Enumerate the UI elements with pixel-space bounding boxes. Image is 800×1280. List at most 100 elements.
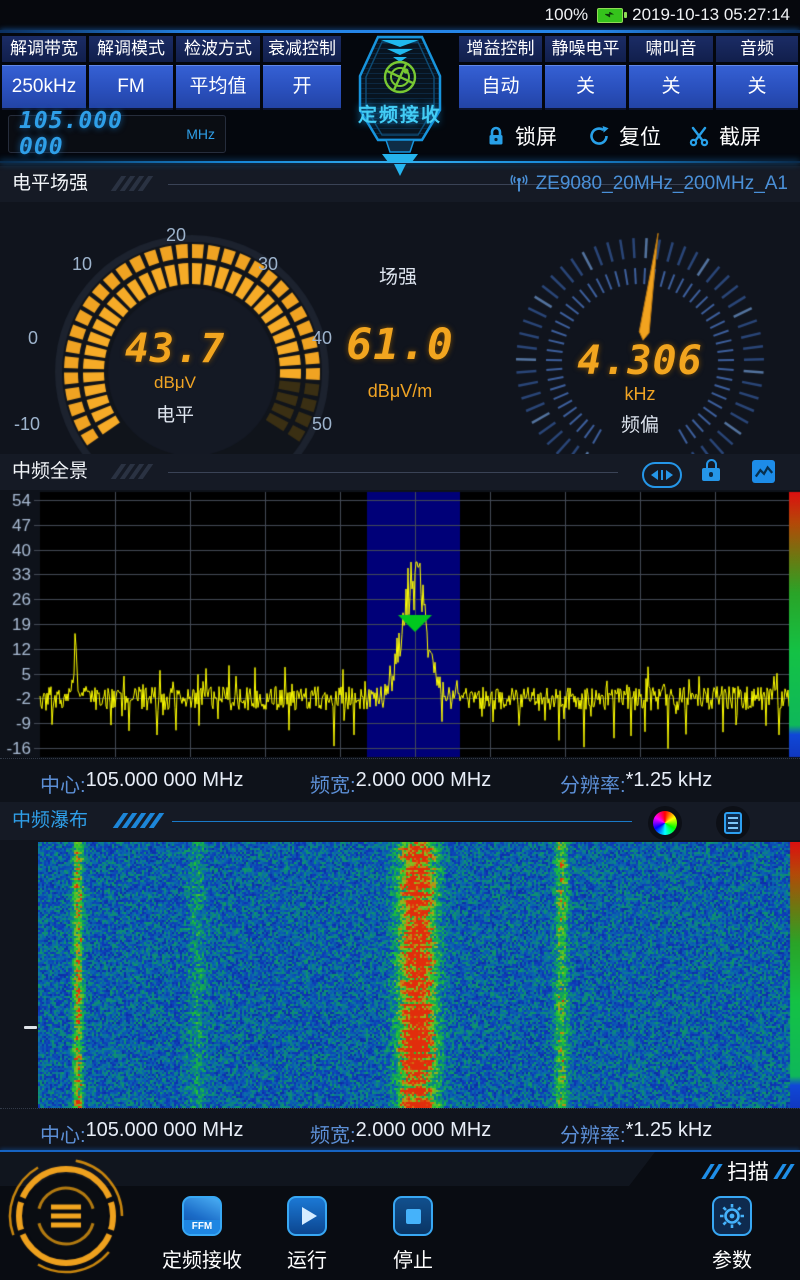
level-label: 电平: [105, 400, 245, 427]
waterfall-time-tick: [24, 1026, 37, 1029]
spectrum-mode-icon[interactable]: [752, 460, 775, 483]
rbw-value: *1.25 kHz: [626, 1119, 713, 1148]
menu-audio: 音频 关: [716, 36, 798, 110]
menu-label: 啸叫音: [629, 36, 713, 62]
palette-icon[interactable]: [648, 806, 682, 840]
span-value: 2.000 000 MHz: [356, 1119, 492, 1148]
battery-icon: [597, 8, 623, 23]
menu-label: 解调带宽: [2, 36, 86, 62]
status-datetime: 2019-10-13 05:27:14: [632, 5, 790, 25]
lock-icon: [486, 125, 506, 147]
rbw-readout: 分辨率: *1.25 kHz: [560, 1119, 712, 1148]
gauge-tick-label: 40: [312, 328, 332, 349]
span-label: 频宽:: [310, 1119, 356, 1148]
stop-button[interactable]: 停止: [371, 1196, 455, 1273]
ffm-button-label: 定频接收: [160, 1244, 244, 1273]
header-slashes-decoration: [116, 464, 148, 479]
play-icon: [287, 1196, 327, 1236]
menu-label: 音频: [716, 36, 798, 62]
spectrum-plot[interactable]: [0, 490, 800, 758]
center-frequency-readout: 中心: 105.000 000 MHz: [40, 1119, 243, 1148]
slash-decoration: [706, 1164, 718, 1179]
menu-detector-mode: 检波方式 平均值: [176, 36, 260, 110]
lock-screen-button[interactable]: 锁屏: [486, 117, 557, 155]
gear-icon: [712, 1196, 752, 1236]
deviation-label: 频偏: [555, 410, 725, 437]
reset-icon: [588, 125, 610, 147]
scissors-icon: [688, 125, 710, 147]
menu-attenuation: 衰减控制 开: [263, 36, 341, 110]
span-readout: 频宽: 2.000 000 MHz: [310, 769, 491, 798]
gauge-tick-label: 10: [72, 254, 92, 275]
ffm-icon: FFM: [182, 1196, 222, 1236]
stop-icon: [393, 1196, 433, 1236]
gain-control-button[interactable]: 自动: [459, 65, 542, 110]
waterfall-panel-title: 中频瀑布: [12, 802, 88, 840]
reset-label: 复位: [619, 121, 661, 151]
scan-tab[interactable]: 扫描: [706, 1156, 790, 1186]
detector-mode-button[interactable]: 平均值: [176, 65, 260, 110]
ffm-badge: FFM: [184, 1220, 220, 1234]
mode-emblem-label: 定频接收: [334, 100, 466, 127]
run-button-label: 运行: [265, 1244, 349, 1273]
field-strength-value: 61.0: [330, 320, 470, 370]
battery-percent: 100%: [545, 5, 588, 25]
run-button[interactable]: 运行: [265, 1196, 349, 1273]
menu-demod-bandwidth: 解调带宽 250kHz: [2, 36, 86, 110]
deviation-unit: kHz: [555, 384, 725, 405]
main-menu-knob[interactable]: [4, 1154, 128, 1278]
menu-demod-mode: 解调模式 FM: [89, 36, 173, 110]
frequency-unit: MHz: [186, 126, 215, 142]
lock-screen-label: 锁屏: [515, 121, 557, 151]
antenna-icon: [509, 174, 529, 194]
menu-gain-control: 增益控制 自动: [459, 36, 542, 110]
gauge-tick-label: -10: [14, 414, 40, 435]
mode-emblem[interactable]: 定频接收: [334, 30, 466, 182]
demod-bandwidth-button[interactable]: 250kHz: [2, 65, 86, 110]
audio-button[interactable]: 关: [716, 65, 798, 110]
reset-button[interactable]: 复位: [588, 117, 661, 155]
menu-label: 静噪电平: [545, 36, 626, 62]
waterfall-plot[interactable]: [38, 842, 800, 1108]
antenna-selector[interactable]: ZE9080_20MHz_200MHz_A1: [509, 166, 788, 202]
span-value: 2.000 000 MHz: [356, 769, 492, 798]
field-strength-unit: dBμV/m: [330, 381, 470, 402]
spectrum-info-strip: 中心: 105.000 000 MHz 频宽: 2.000 000 MHz 分辨…: [0, 758, 800, 803]
menu-squelch-level: 静噪电平 关: [545, 36, 626, 110]
menu-howl-tone: 啸叫音 关: [629, 36, 713, 110]
spectrum-lock-icon[interactable]: [701, 459, 721, 485]
status-bar: 100% 2019-10-13 05:27:14: [0, 0, 800, 30]
stop-button-label: 停止: [371, 1244, 455, 1273]
header-line-decoration: [172, 821, 632, 822]
rbw-label: 分辨率:: [560, 1119, 626, 1148]
rbw-readout: 分辨率: *1.25 kHz: [560, 769, 712, 798]
center-frequency-readout: 中心: 105.000 000 MHz: [40, 769, 243, 798]
field-strength-label: 场强: [343, 262, 453, 289]
squelch-level-button[interactable]: 关: [545, 65, 626, 110]
app-root: 100% 2019-10-13 05:27:14 解调带宽 250kHz 解调模…: [0, 0, 800, 1280]
frequency-display[interactable]: 105.000 000 MHz: [8, 115, 226, 153]
screenshot-label: 截屏: [719, 121, 761, 151]
list-icon[interactable]: [716, 806, 750, 840]
frequency-value: 105.000 000: [19, 108, 178, 160]
center-value: 105.000 000 MHz: [86, 769, 244, 798]
antenna-label: ZE9080_20MHz_200MHz_A1: [536, 173, 788, 195]
screenshot-button[interactable]: 截屏: [688, 117, 761, 155]
slash-decoration: [778, 1164, 790, 1179]
gauge-tick-label: 0: [28, 328, 38, 349]
pan-horizontal-icon[interactable]: [642, 462, 682, 488]
demod-mode-button[interactable]: FM: [89, 65, 173, 110]
menu-label: 检波方式: [176, 36, 260, 62]
howl-tone-button[interactable]: 关: [629, 65, 713, 110]
menu-label: 解调模式: [89, 36, 173, 62]
ffm-mode-button[interactable]: FFM 定频接收: [160, 1196, 244, 1273]
gauge-tick-label: 50: [312, 414, 332, 435]
attenuation-button[interactable]: 开: [263, 65, 341, 110]
span-readout: 频宽: 2.000 000 MHz: [310, 1119, 491, 1148]
rbw-label: 分辨率:: [560, 769, 626, 798]
params-button[interactable]: 参数: [690, 1196, 774, 1273]
waterfall-info-strip: 中心: 105.000 000 MHz 频宽: 2.000 000 MHz 分辨…: [0, 1108, 800, 1153]
menu-label: 衰减控制: [263, 36, 341, 62]
header-slashes-decoration: [116, 176, 148, 191]
center-value: 105.000 000 MHz: [86, 1119, 244, 1148]
